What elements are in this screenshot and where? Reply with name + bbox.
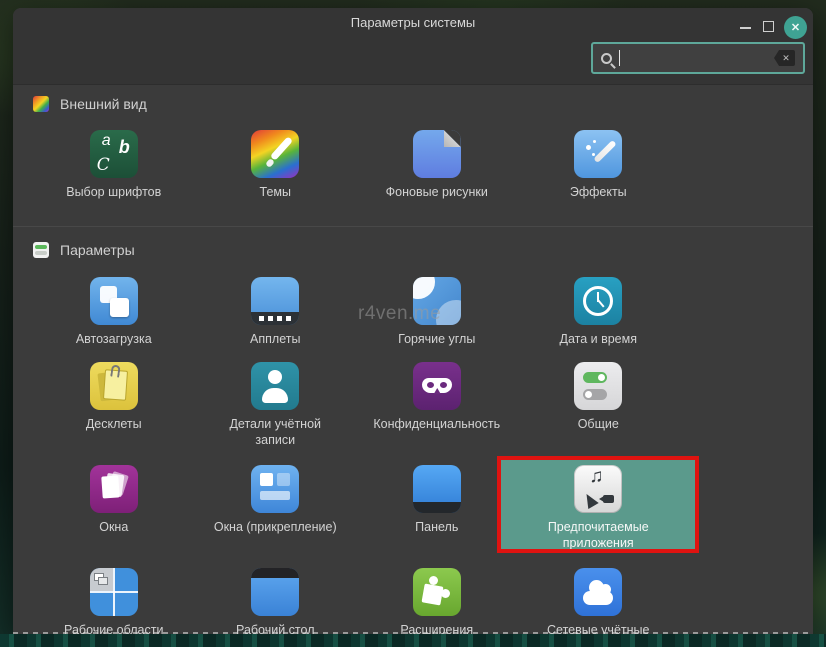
titlebar[interactable]: Параметры системы (13, 8, 813, 36)
minimize-button[interactable] (740, 27, 751, 29)
settings-item-panel[interactable]: Панель (356, 465, 518, 551)
settings-item-backgrounds[interactable]: Фоновые рисунки (356, 130, 518, 200)
desktop-background (0, 634, 826, 647)
privacy-icon (413, 362, 461, 410)
themes-icon (251, 130, 299, 178)
preferences-section-icon (33, 242, 49, 258)
section-label: Внешний вид (60, 96, 147, 112)
settings-item-font-selection[interactable]: Выбор шрифтов (33, 130, 195, 200)
window-title: Параметры системы (351, 15, 476, 30)
preferences-grid-row-2: Десклеты Детали учётной записи Конфиденц… (33, 362, 679, 448)
settings-item-desklets[interactable]: Десклеты (33, 362, 195, 448)
clear-search-icon[interactable] (774, 50, 795, 66)
settings-item-windows[interactable]: Окна (33, 465, 195, 551)
settings-item-window-tiling[interactable]: Окна (прикрепление) (195, 465, 357, 551)
appearance-section-icon (33, 96, 49, 112)
preferences-grid-row-4: Рабочие области Рабочий стол Расширения … (33, 568, 679, 634)
search-icon (601, 53, 612, 64)
font-selection-icon (90, 130, 138, 178)
close-button[interactable] (784, 16, 807, 39)
settings-item-online-accounts[interactable]: Сетевые учётные (518, 568, 680, 634)
applets-icon (251, 277, 299, 325)
panel-icon (413, 465, 461, 513)
settings-item-workspaces[interactable]: Рабочие области (33, 568, 195, 634)
window-tiling-icon (251, 465, 299, 513)
text-caret (619, 50, 620, 66)
settings-item-account-details[interactable]: Детали учётной записи (195, 362, 357, 448)
search-input[interactable] (591, 42, 805, 74)
online-accounts-icon (574, 568, 622, 616)
settings-item-themes[interactable]: Темы (195, 130, 357, 200)
startup-icon (90, 277, 138, 325)
section-divider (13, 226, 813, 227)
settings-item-general[interactable]: Общие (518, 362, 680, 448)
settings-item-date-time[interactable]: Дата и время (518, 277, 680, 347)
section-header-appearance: Внешний вид (33, 96, 147, 112)
windows-icon (90, 465, 138, 513)
watermark: r4ven.me (358, 303, 441, 325)
desklets-icon (90, 362, 138, 410)
preferences-grid-row-1: Автозагрузка Апплеты Горячие углы Дата и… (33, 277, 679, 347)
appearance-grid: Выбор шрифтов Темы Фоновые рисунки Эффек… (33, 130, 679, 200)
backgrounds-icon (413, 130, 461, 178)
annotation-rectangle (497, 456, 699, 553)
settings-item-desktop[interactable]: Рабочий стол (195, 568, 357, 634)
workspaces-icon (90, 568, 138, 616)
settings-item-privacy[interactable]: Конфиденциальность (356, 362, 518, 448)
desktop-icon (251, 568, 299, 616)
effects-icon (574, 130, 622, 178)
maximize-button[interactable] (763, 21, 774, 32)
date-time-icon (574, 277, 622, 325)
settings-item-extensions[interactable]: Расширения (356, 568, 518, 634)
settings-item-effects[interactable]: Эффекты (518, 130, 680, 200)
settings-item-preferred-applications[interactable]: Предпочитаемые приложения (518, 465, 680, 551)
settings-item-applets[interactable]: Апплеты (195, 277, 357, 347)
settings-item-startup[interactable]: Автозагрузка (33, 277, 195, 347)
preferences-grid-row-3: Окна Окна (прикрепление) Панель Предпочи… (33, 465, 679, 551)
account-details-icon (251, 362, 299, 410)
extensions-icon (413, 568, 461, 616)
section-label: Параметры (60, 242, 135, 258)
section-header-preferences: Параметры (33, 242, 135, 258)
general-icon (574, 362, 622, 410)
